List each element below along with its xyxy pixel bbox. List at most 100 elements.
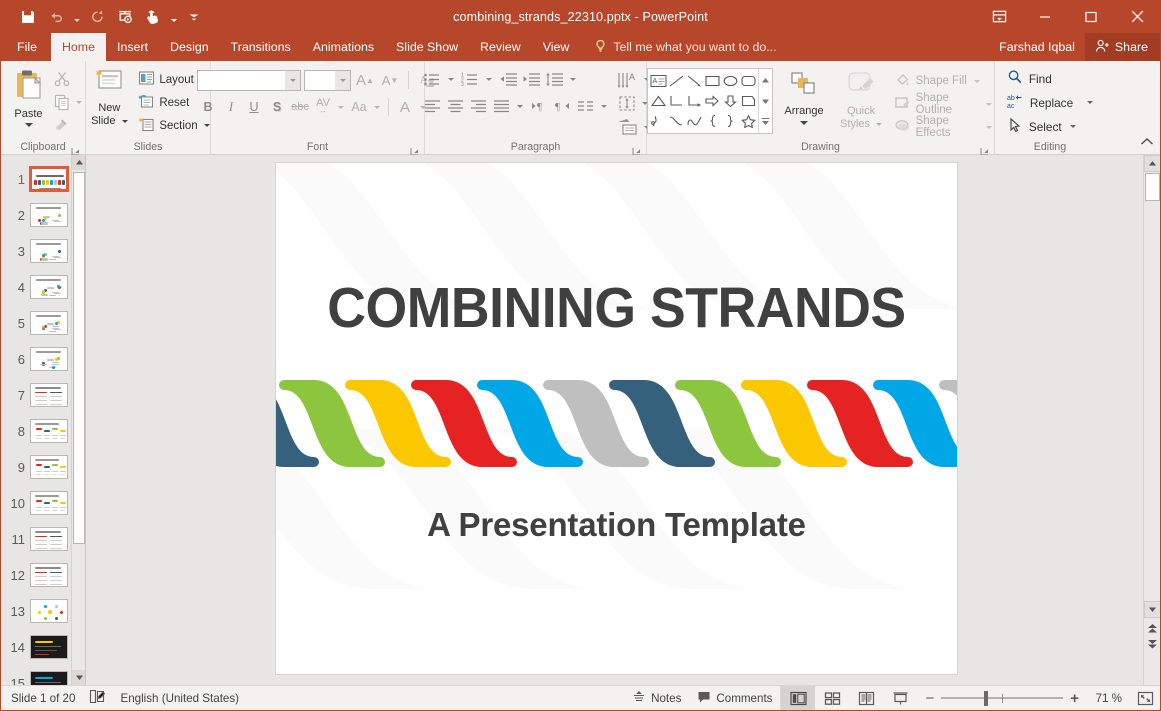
- shapes-scroll-down-icon[interactable]: [761, 92, 770, 110]
- paste-button[interactable]: Paste: [5, 66, 53, 135]
- collapse-ribbon-icon[interactable]: [1140, 134, 1154, 152]
- slide-thumbnail-preview[interactable]: [30, 491, 68, 515]
- font-launcher-icon[interactable]: [410, 143, 419, 156]
- shape-pentagon-icon[interactable]: [739, 91, 757, 111]
- slide-thumbnail-2[interactable]: 2: [1, 197, 71, 233]
- shape-scribble-icon[interactable]: [649, 111, 667, 131]
- clipboard-launcher-icon[interactable]: [71, 143, 80, 156]
- shape-effects-dropdown-icon[interactable]: [986, 125, 992, 129]
- canvas-scrollbar[interactable]: [1143, 155, 1160, 685]
- strikethrough-button[interactable]: abc: [289, 96, 311, 118]
- shape-triangle-icon[interactable]: [649, 91, 667, 111]
- align-center-button[interactable]: [444, 95, 466, 117]
- slide-subtitle[interactable]: A Presentation Template: [276, 506, 957, 544]
- select-button[interactable]: Select: [1005, 116, 1095, 137]
- share-button[interactable]: Share: [1084, 33, 1160, 61]
- slide-thumbnail-preview[interactable]: [30, 275, 68, 299]
- slide-thumbnail-preview[interactable]: [30, 599, 68, 623]
- thumbnail-scroll-up-icon[interactable]: [72, 155, 85, 170]
- notes-button[interactable]: Notes: [624, 686, 689, 711]
- shape-rounded-rectangle-icon[interactable]: [739, 71, 757, 91]
- slide-thumbnail-4[interactable]: 4: [1, 269, 71, 305]
- quick-styles-dropdown-icon[interactable]: [876, 122, 883, 126]
- columns-button[interactable]: [574, 95, 596, 117]
- change-case-dropdown-icon[interactable]: [374, 105, 380, 109]
- redo-icon[interactable]: [84, 5, 110, 29]
- zoom-slider-handle[interactable]: [984, 690, 989, 706]
- select-dropdown-icon[interactable]: [1069, 125, 1076, 128]
- drawing-launcher-icon[interactable]: [980, 143, 989, 156]
- columns-dropdown-icon[interactable]: [517, 104, 523, 108]
- shape-line-icon[interactable]: [667, 71, 685, 91]
- font-name-input[interactable]: [197, 69, 301, 91]
- slide-thumbnail-preview[interactable]: [30, 671, 68, 685]
- slide-thumbnail-preview[interactable]: [30, 239, 68, 263]
- zoom-in-button[interactable]: +: [1070, 690, 1079, 707]
- fit-to-window-button[interactable]: [1130, 691, 1160, 706]
- accessibility-icon[interactable]: [89, 689, 106, 707]
- columns-dropdown-icon-2[interactable]: [601, 104, 607, 108]
- zoom-slider[interactable]: [941, 686, 1064, 711]
- slide-thumbnail-9[interactable]: 9: [1, 449, 71, 485]
- font-size-dropdown-icon[interactable]: [335, 70, 350, 90]
- tab-file[interactable]: File: [1, 33, 51, 61]
- slide-thumbnail-preview[interactable]: [30, 635, 68, 659]
- new-slide-button[interactable]: New Slide: [83, 67, 135, 136]
- new-slide-dropdown-icon[interactable]: [121, 119, 128, 123]
- canvas-scroll-down-icon[interactable]: [1144, 601, 1160, 618]
- align-left-button[interactable]: [421, 95, 443, 117]
- slide-thumbnail-preview[interactable]: [30, 563, 68, 587]
- slide-thumbnail-list[interactable]: 1 2 3 4 5 6 7 8 9 10 11 12 13 14 15: [1, 155, 71, 685]
- normal-view-button[interactable]: [781, 685, 816, 710]
- tab-transitions[interactable]: Transitions: [220, 33, 302, 61]
- tab-slide-show[interactable]: Slide Show: [385, 33, 469, 61]
- increase-font-size-button[interactable]: A ▲: [354, 69, 376, 91]
- shapes-more-icon[interactable]: [760, 113, 771, 131]
- language-indicator[interactable]: English (United States): [120, 692, 239, 705]
- quick-styles-button[interactable]: Quick Styles: [835, 68, 888, 137]
- paste-dropdown-icon[interactable]: [24, 123, 33, 127]
- replace-button[interactable]: ab ac Replace: [1005, 92, 1095, 113]
- slide-thumbnail-15[interactable]: 15: [1, 665, 71, 685]
- close-icon[interactable]: [1114, 0, 1160, 33]
- slide-thumbnail-preview[interactable]: [30, 311, 68, 335]
- slide-thumbnail-8[interactable]: 8: [1, 413, 71, 449]
- shape-rectangle-icon[interactable]: [703, 71, 721, 91]
- presentation-icon[interactable]: [112, 5, 138, 29]
- minimize-icon[interactable]: [1022, 0, 1068, 33]
- shapes-gallery[interactable]: A: [647, 68, 774, 134]
- slide-thumbnail-1[interactable]: 1: [1, 161, 71, 197]
- maximize-icon[interactable]: [1068, 0, 1114, 33]
- character-spacing-button[interactable]: AV ↔: [312, 96, 334, 118]
- tab-review[interactable]: Review: [469, 33, 532, 61]
- font-color-button[interactable]: A: [394, 96, 416, 118]
- shape-down-arrow-icon[interactable]: [721, 91, 739, 111]
- numbering-dropdown-icon[interactable]: [486, 77, 492, 81]
- ribbon-options-icon[interactable]: [976, 0, 1022, 33]
- shape-elbow-connector-icon[interactable]: [667, 91, 685, 111]
- line-spacing-button[interactable]: [543, 68, 565, 90]
- line-spacing-dropdown-icon[interactable]: [570, 77, 576, 81]
- change-case-button[interactable]: Aa: [348, 96, 370, 118]
- undo-dropdown-icon[interactable]: [71, 5, 82, 29]
- slide-indicator[interactable]: Slide 1 of 20: [11, 692, 75, 705]
- save-icon[interactable]: [15, 5, 41, 29]
- thumbnail-scrollbar[interactable]: [71, 155, 85, 685]
- slide-thumbnail-preview[interactable]: [30, 347, 68, 371]
- bullets-dropdown-icon[interactable]: [448, 77, 454, 81]
- slide-thumbnail-10[interactable]: 10: [1, 485, 71, 521]
- text-direction-vertical-button[interactable]: A: [617, 68, 641, 90]
- shape-star-icon[interactable]: [739, 111, 757, 131]
- slide-thumbnail-preview[interactable]: [29, 166, 69, 192]
- slide-canvas[interactable]: COMBINING STRANDS A Presentation Templat…: [276, 163, 957, 674]
- shape-right-brace-icon[interactable]: [721, 111, 739, 131]
- tab-home[interactable]: Home: [50, 33, 107, 61]
- shape-fill-button[interactable]: Shape Fill: [892, 71, 994, 91]
- shape-left-brace-icon[interactable]: [703, 111, 721, 131]
- copy-dropdown-icon[interactable]: [75, 100, 82, 104]
- slide-thumbnail-6[interactable]: 6: [1, 341, 71, 377]
- shape-effects-button[interactable]: Shape Effects: [892, 115, 994, 139]
- reading-view-button[interactable]: [849, 686, 883, 711]
- undo-icon[interactable]: [43, 5, 69, 29]
- slide-thumbnail-7[interactable]: 7: [1, 377, 71, 413]
